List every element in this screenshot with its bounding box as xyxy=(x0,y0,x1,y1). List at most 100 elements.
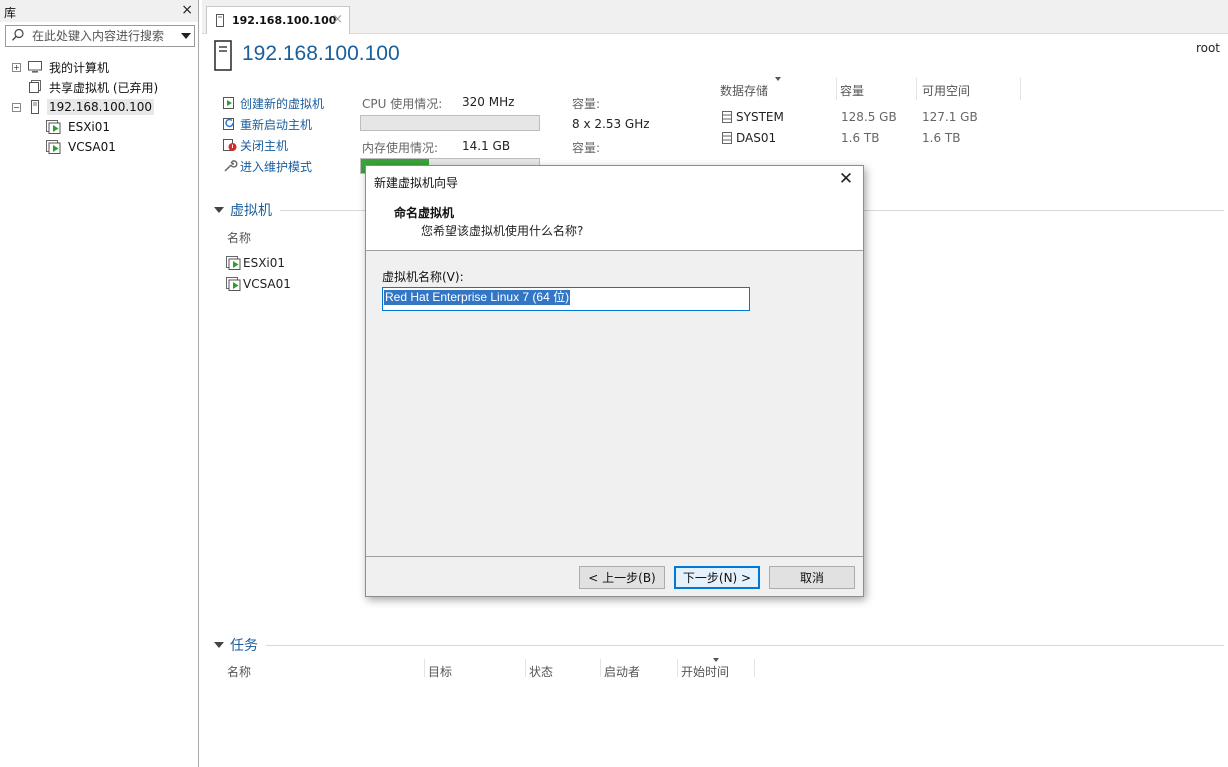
table-row[interactable]: DAS01 1.6 TB 1.6 TB xyxy=(718,129,1018,147)
shared-vms-icon xyxy=(29,80,41,93)
vm-list-item[interactable]: ESXi01 xyxy=(226,254,285,272)
vm-running-icon xyxy=(46,140,61,154)
vm-running-icon xyxy=(46,120,61,134)
section-title: 任务 xyxy=(230,638,258,654)
vm-running-icon xyxy=(226,256,241,270)
datastore-free: 1.6 TB xyxy=(922,131,961,145)
tree-item-my-computer[interactable]: + 我的计算机 xyxy=(12,58,111,76)
sort-indicator-icon[interactable] xyxy=(775,77,781,81)
cpu-usage-label: CPU 使用情况: xyxy=(362,97,443,111)
library-close-button[interactable]: × xyxy=(181,2,193,18)
computer-icon xyxy=(28,61,42,73)
column-divider xyxy=(677,659,678,677)
tree-collapse-icon[interactable]: − xyxy=(12,102,21,112)
tree-item-host[interactable]: − 192.168.100.100 xyxy=(12,98,155,116)
datastore-column-free[interactable]: 可用空间 xyxy=(922,82,970,99)
action-label: 进入维护模式 xyxy=(240,159,313,174)
column-divider xyxy=(424,659,425,677)
cpu-capacity-label: 容量: xyxy=(572,97,601,111)
action-label: 创建新的虚拟机 xyxy=(240,96,325,111)
restart-host-action[interactable]: 重新启动主机 xyxy=(222,115,312,133)
collapse-icon[interactable] xyxy=(214,207,224,213)
tab-label: 192.168.100.100 xyxy=(232,14,337,27)
datastore-column-name[interactable]: 数据存储 xyxy=(720,82,768,99)
datastore-column-capacity[interactable]: 容量 xyxy=(840,82,864,99)
vm-name: ESXi01 xyxy=(243,256,286,270)
shutdown-icon xyxy=(223,139,237,151)
collapse-icon[interactable] xyxy=(214,642,224,648)
tree-expand-spacer xyxy=(12,82,21,92)
library-panel: 库 × + 我的计算机 共享虚拟机 (已弃用) − 192.168 xyxy=(0,0,199,767)
task-column-target[interactable]: 目标 xyxy=(428,663,452,680)
vm-section-header[interactable]: 虚拟机 xyxy=(214,200,272,220)
tree-item-label: 我的计算机 xyxy=(49,60,110,75)
tree-item-label: VCSA01 xyxy=(68,140,116,154)
task-column-status[interactable]: 状态 xyxy=(529,663,553,680)
tree-item-shared-vms[interactable]: 共享虚拟机 (已弃用) xyxy=(12,78,160,96)
cpu-usage-value: 320 MHz xyxy=(462,95,515,109)
wrench-icon xyxy=(224,160,238,172)
task-column-initiator[interactable]: 启动者 xyxy=(604,663,640,680)
datastore-free: 127.1 GB xyxy=(922,110,978,124)
vm-list-item[interactable]: VCSA01 xyxy=(226,275,291,293)
dialog-titlebar[interactable]: 新建虚拟机向导 ✕ xyxy=(366,166,863,196)
task-column-name[interactable]: 名称 xyxy=(227,663,251,680)
tab-host[interactable]: 192.168.100.100 × xyxy=(206,6,350,34)
step-description: 您希望该虚拟机使用什么名称? xyxy=(421,224,584,238)
server-icon xyxy=(31,100,39,114)
sort-indicator-icon[interactable] xyxy=(713,658,719,662)
search-icon xyxy=(11,28,24,41)
column-divider xyxy=(1020,78,1021,100)
datastore-name: SYSTEM xyxy=(736,110,784,124)
datastore-table: 数据存储 容量 可用空间 SYSTEM 128.5 GB 127.1 GB DA… xyxy=(718,77,1022,148)
datastore-name: DAS01 xyxy=(736,131,777,145)
new-vm-wizard-dialog: 新建虚拟机向导 ✕ 命名虚拟机 您希望该虚拟机使用什么名称? 虚拟机名称(V):… xyxy=(365,165,864,597)
create-vm-action[interactable]: 创建新的虚拟机 xyxy=(222,94,324,112)
datastore-icon xyxy=(722,111,732,123)
next-button[interactable]: 下一步(N) > xyxy=(674,566,760,589)
datastore-icon xyxy=(722,132,732,144)
task-section-header[interactable]: 任务 xyxy=(214,635,258,655)
tree-expand-icon[interactable]: + xyxy=(12,62,21,72)
datastore-capacity: 1.6 TB xyxy=(841,131,880,145)
shutdown-host-action[interactable]: 关闭主机 xyxy=(222,136,288,154)
search-dropdown-icon[interactable] xyxy=(181,33,191,39)
maintenance-mode-action[interactable]: 进入维护模式 xyxy=(222,157,312,175)
vm-name: VCSA01 xyxy=(243,277,291,291)
action-label: 重新启动主机 xyxy=(240,117,313,132)
server-icon xyxy=(214,40,232,71)
cancel-button[interactable]: 取消 xyxy=(769,566,855,589)
action-label: 关闭主机 xyxy=(240,138,289,153)
tab-bar: 192.168.100.100 × xyxy=(202,0,1228,34)
tree-item-label: ESXi01 xyxy=(68,120,111,134)
memory-capacity-label: 容量: xyxy=(572,141,601,155)
memory-usage-label: 内存使用情况: xyxy=(362,141,439,155)
library-search-input[interactable] xyxy=(32,28,178,44)
tree-item-vcsa01[interactable]: VCSA01 xyxy=(46,138,118,156)
new-vm-icon xyxy=(223,97,234,109)
table-row[interactable]: SYSTEM 128.5 GB 127.1 GB xyxy=(718,108,1018,126)
section-divider xyxy=(266,645,1224,646)
restart-icon xyxy=(223,118,234,130)
datastore-capacity: 128.5 GB xyxy=(841,110,897,124)
tab-close-button[interactable]: × xyxy=(332,12,343,27)
section-title: 虚拟机 xyxy=(230,203,272,219)
cpu-capacity-value: 8 x 2.53 GHz xyxy=(572,117,650,131)
column-divider xyxy=(525,659,526,677)
task-column-start-time[interactable]: 开始时间 xyxy=(681,663,729,680)
dialog-title: 新建虚拟机向导 xyxy=(374,176,459,190)
vm-running-icon xyxy=(226,277,241,291)
step-title: 命名虚拟机 xyxy=(394,206,455,220)
tree-item-esxi01[interactable]: ESXi01 xyxy=(46,118,112,136)
cpu-usage-meter xyxy=(360,115,540,131)
dialog-step-header: 命名虚拟机 您希望该虚拟机使用什么名称? xyxy=(366,196,863,251)
library-search-box[interactable] xyxy=(5,25,195,47)
vm-column-name[interactable]: 名称 xyxy=(227,229,251,246)
vm-name-input[interactable] xyxy=(382,287,750,311)
dialog-close-button[interactable]: ✕ xyxy=(835,169,857,191)
back-button[interactable]: < 上一步(B) xyxy=(579,566,665,589)
user-label: root xyxy=(1195,41,1220,55)
vm-name-label: 虚拟机名称(V): xyxy=(382,270,464,284)
column-divider xyxy=(600,659,601,677)
memory-usage-value: 14.1 GB xyxy=(462,139,511,153)
